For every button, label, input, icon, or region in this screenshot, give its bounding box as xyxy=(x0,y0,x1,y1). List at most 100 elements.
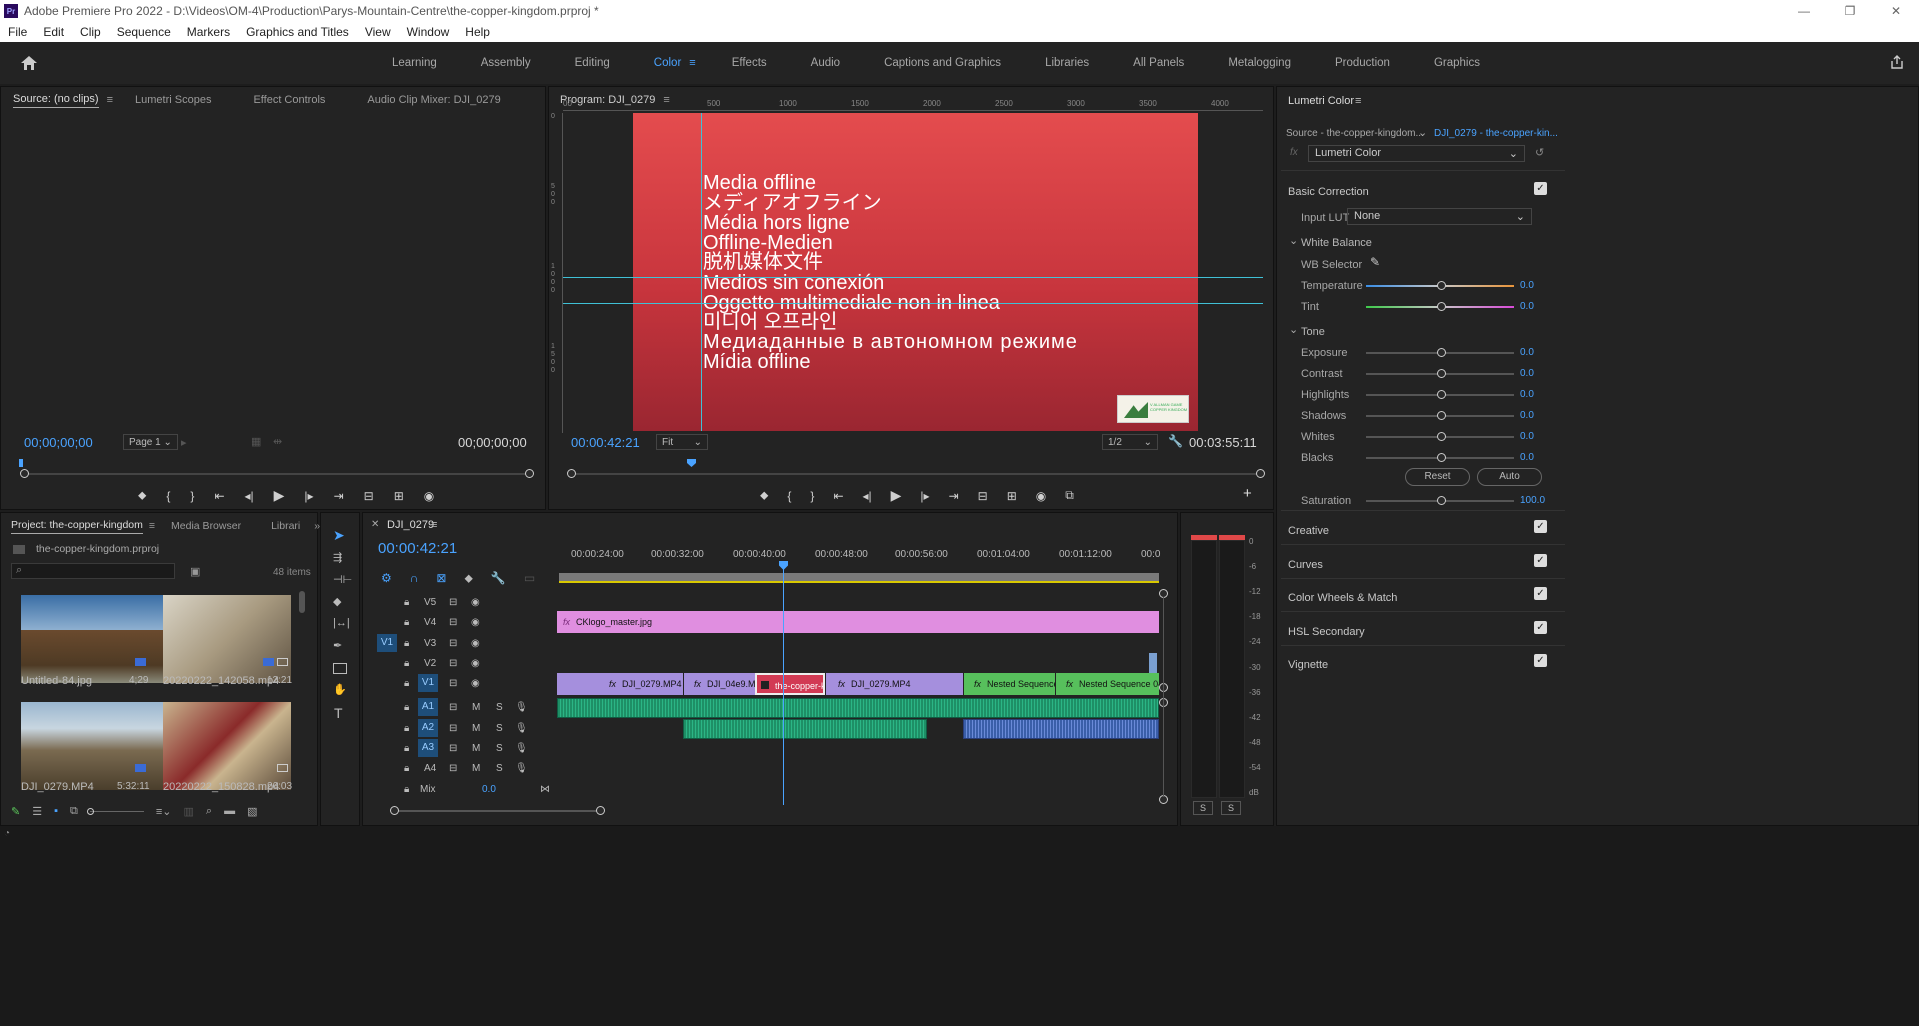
microphone-icon[interactable]: 🎙︎ xyxy=(515,723,528,734)
source-scrubber[interactable] xyxy=(23,473,529,475)
tint-knob[interactable] xyxy=(1437,302,1446,311)
minimize-button[interactable]: — xyxy=(1781,0,1827,22)
share-icon[interactable] xyxy=(1889,54,1905,73)
creative-section[interactable]: Creative xyxy=(1288,525,1329,537)
audio-clip-a2-left[interactable] xyxy=(683,719,927,739)
write-icon[interactable]: ✎ xyxy=(11,805,20,818)
timeline-playhead-line[interactable] xyxy=(783,569,784,805)
chevron-down-icon[interactable]: ⌄ xyxy=(1418,126,1427,139)
lumetri-source[interactable]: Source - the-copper-kingdom... xyxy=(1286,128,1424,139)
reset-button[interactable]: Reset xyxy=(1405,468,1470,486)
extract-icon[interactable]: ⊞ xyxy=(1007,489,1017,503)
chevron-down-icon[interactable]: ⌄ xyxy=(1289,323,1298,336)
page-dropdown[interactable]: Page 1 ⌄ xyxy=(123,434,178,450)
eye-icon[interactable]: ◉ xyxy=(471,658,480,669)
color-wheels-checkbox[interactable]: ✓ xyxy=(1534,587,1547,600)
maximize-button[interactable]: ❐ xyxy=(1827,0,1873,22)
chevron-down-icon[interactable]: ⌄ xyxy=(1289,234,1298,247)
step-back-icon[interactable]: ◂| xyxy=(245,489,254,503)
add-marker-icon[interactable]: ⬥ xyxy=(464,571,472,586)
saturation-value[interactable]: 100.0 xyxy=(1520,495,1545,506)
blacks-value[interactable]: 0.0 xyxy=(1520,452,1534,463)
menu-sequence[interactable]: Sequence xyxy=(109,25,179,39)
clip-cklogo[interactable]: fx CKlogo_master.jpg xyxy=(557,611,1159,633)
list-view-icon[interactable]: ☰ xyxy=(32,805,42,818)
track-select-tool-icon[interactable]: ⇶ xyxy=(333,551,342,564)
tab-media-browser[interactable]: Media Browser xyxy=(171,520,241,532)
shadows-value[interactable]: 0.0 xyxy=(1520,410,1534,421)
contrast-knob[interactable] xyxy=(1437,369,1446,378)
tab-audio-clip-mixer[interactable]: Audio Clip Mixer: DJI_0279 xyxy=(367,94,500,106)
thumbnail-20220222-142058[interactable] xyxy=(163,595,291,683)
source-timecode-in[interactable]: 00;00;00;00 xyxy=(24,435,93,450)
lock-icon[interactable]: 🔒︎ xyxy=(404,658,409,669)
slip-tool-icon[interactable]: |↔| xyxy=(333,617,350,629)
pen-tool-icon[interactable]: ✒ xyxy=(333,639,342,652)
resolution-dropdown[interactable]: 1/2 ⌄ xyxy=(1102,434,1158,450)
workspace-learning[interactable]: Learning xyxy=(370,57,459,69)
go-to-out-icon[interactable]: ⇥ xyxy=(334,489,344,503)
work-area-bar[interactable] xyxy=(559,573,1159,583)
highlights-knob[interactable] xyxy=(1437,390,1446,399)
menu-graphics-titles[interactable]: Graphics and Titles xyxy=(238,25,357,39)
ripple-edit-tool-icon[interactable]: ⊣⊢ xyxy=(333,573,352,586)
whites-value[interactable]: 0.0 xyxy=(1520,431,1534,442)
type-tool-icon[interactable]: T xyxy=(334,705,343,721)
curves-checkbox[interactable]: ✓ xyxy=(1534,554,1547,567)
new-item-icon[interactable]: ▧ xyxy=(247,805,257,818)
icon-view-icon[interactable]: ▪ xyxy=(54,805,58,817)
zoom-knob[interactable] xyxy=(86,807,94,815)
export-frame-icon[interactable]: ◉ xyxy=(424,489,434,503)
horizontal-zoom-bar[interactable] xyxy=(393,810,603,812)
vertical-guide[interactable] xyxy=(701,113,702,431)
lock-icon[interactable]: 🔒︎ xyxy=(404,678,409,689)
captions-icon[interactable]: ▭ xyxy=(524,571,535,586)
contrast-value[interactable]: 0.0 xyxy=(1520,368,1534,379)
microphone-icon[interactable]: 🎙︎ xyxy=(515,702,528,713)
horizontal-zoom-start[interactable] xyxy=(390,806,399,815)
step-forward-icon[interactable]: |▸ xyxy=(920,489,929,503)
audio-clip-a2-right[interactable] xyxy=(963,719,1159,739)
thumbnail-untitled-84[interactable] xyxy=(21,595,177,683)
workspace-menu-icon[interactable]: ≡ xyxy=(689,57,709,69)
lumetri-effect-dropdown[interactable]: Lumetri Color ⌄ xyxy=(1308,145,1525,162)
panel-menu-icon[interactable]: ≡ xyxy=(107,94,113,106)
source-scrub-end[interactable] xyxy=(525,469,534,478)
eyedropper-icon[interactable]: ✎ xyxy=(1370,255,1380,269)
tab-source[interactable]: Source: (no clips) xyxy=(13,93,99,108)
vertical-zoom-bar[interactable] xyxy=(1163,597,1164,797)
selection-tool-icon[interactable]: ➤ xyxy=(333,527,345,544)
go-to-out-icon[interactable]: ⇥ xyxy=(949,489,959,503)
workspace-assembly[interactable]: Assembly xyxy=(459,57,553,69)
exposure-knob[interactable] xyxy=(1437,348,1446,357)
play-icon[interactable]: ▶ xyxy=(891,487,902,504)
linked-selection-icon[interactable]: ⊠ xyxy=(436,571,446,586)
mark-out-icon[interactable]: } xyxy=(810,489,814,503)
sync-lock-icon[interactable]: ⊟ xyxy=(449,763,457,774)
home-icon[interactable] xyxy=(0,55,58,71)
white-balance-header[interactable]: White Balance xyxy=(1301,237,1372,249)
workspace-editing[interactable]: Editing xyxy=(553,57,632,69)
add-button-icon[interactable]: + xyxy=(1243,485,1252,502)
source-scrub-start[interactable] xyxy=(20,469,29,478)
clip-dji-0279-b[interactable]: fx DJI_0279.MP4 xyxy=(825,673,963,695)
track-label-v1[interactable]: V1 xyxy=(418,674,438,692)
wrench-icon[interactable]: 🔧 xyxy=(1168,434,1183,448)
clip-the-copper-kingdom[interactable]: the-copper-ki xyxy=(755,673,825,695)
tint-value[interactable]: 0.0 xyxy=(1520,301,1534,312)
program-scrubber[interactable] xyxy=(571,473,1261,475)
go-to-in-icon[interactable]: ⇤ xyxy=(833,489,843,503)
snap-icon[interactable]: ∩ xyxy=(410,571,419,586)
panel-menu-icon[interactable]: ≡ xyxy=(149,520,155,532)
eye-icon[interactable]: ◉ xyxy=(471,597,480,608)
freeform-view-icon[interactable]: ⧉ xyxy=(70,805,78,818)
lock-icon[interactable]: 🔒︎ xyxy=(404,763,409,774)
drag-icon[interactable]: ⇹ xyxy=(273,435,282,448)
safe-margins-icon[interactable]: ▦ xyxy=(251,435,261,448)
play-icon[interactable]: ▶ xyxy=(274,487,285,504)
lock-icon[interactable]: 🔒︎ xyxy=(404,702,409,713)
solo-left-button[interactable]: S xyxy=(1193,801,1213,815)
eye-icon[interactable]: ◉ xyxy=(471,678,480,689)
v2-clip-edge[interactable] xyxy=(1149,653,1157,673)
mix-end-icon[interactable]: ⋈ xyxy=(540,784,550,795)
